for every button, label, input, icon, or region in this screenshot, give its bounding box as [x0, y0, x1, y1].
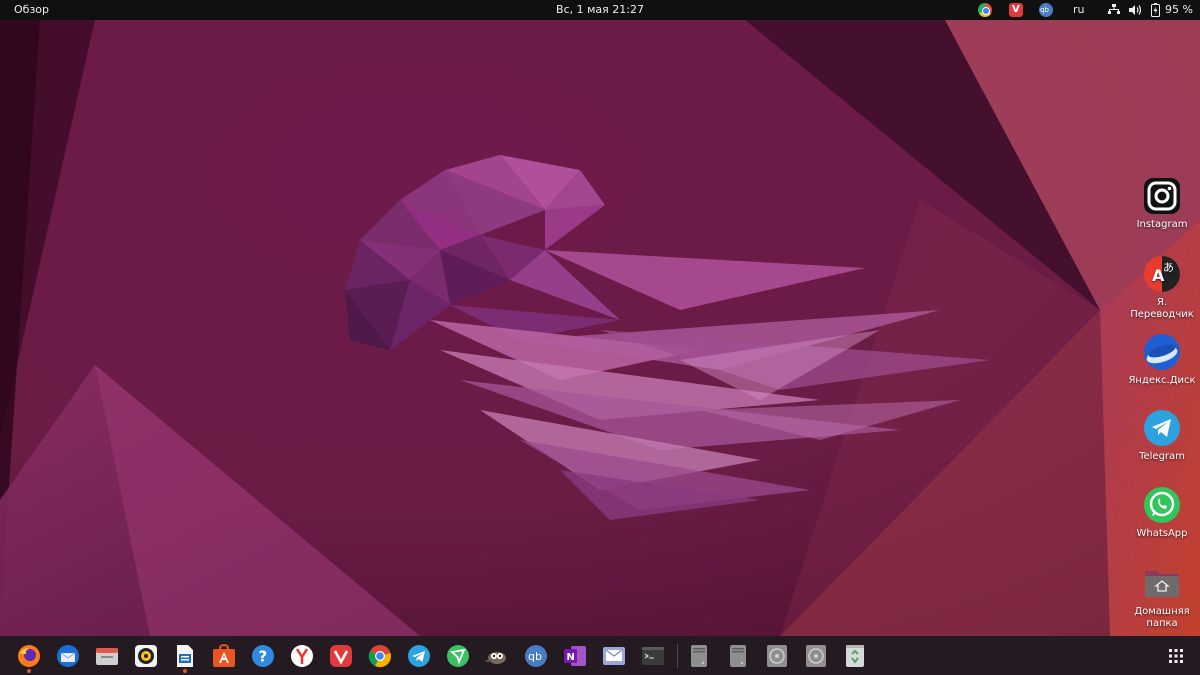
dock-item-yandex-browser[interactable]: [290, 644, 314, 668]
desktop-icon-label: Telegram: [1139, 451, 1185, 462]
battery-percentage[interactable]: 95 %: [1165, 3, 1193, 16]
desktop-icon-label: Instagram: [1136, 219, 1188, 230]
desktop-icon-label: Я. Переводчик: [1130, 297, 1194, 320]
desktop-icon-whatsapp[interactable]: WhatsApp: [1126, 486, 1198, 540]
vivaldi-icon: [330, 645, 352, 667]
language-indicator[interactable]: ru: [1073, 3, 1085, 16]
software-icon: [213, 644, 235, 667]
dock-item-thunderbird[interactable]: [56, 644, 80, 668]
dock-item-disc-1[interactable]: [765, 644, 789, 668]
app-grid-icon: [1169, 649, 1183, 663]
whatsapp-icon: [1144, 487, 1180, 523]
desktop-icon-label: Домашняя папка: [1134, 606, 1190, 629]
firefox-icon: [18, 645, 40, 667]
telegram-icon: [408, 645, 430, 667]
clock[interactable]: Вс, 1 мая 21:27: [556, 3, 644, 16]
battery-icon[interactable]: [1151, 3, 1160, 17]
desktop-icon-label: WhatsApp: [1136, 528, 1188, 539]
dock-item-disc-2[interactable]: [804, 644, 828, 668]
disc-icon: [767, 645, 787, 667]
desktop-icon-label: Яндекс.Диск: [1128, 375, 1196, 386]
chrome-icon: [368, 645, 391, 668]
network-icon[interactable]: [1108, 4, 1120, 15]
drive-icon: [691, 645, 707, 667]
dock-item-drive-1[interactable]: [687, 644, 711, 668]
running-indicator: [27, 669, 31, 673]
running-indicator: [183, 669, 187, 673]
drive-icon: [730, 645, 746, 667]
dock-item-vivaldi[interactable]: [329, 644, 353, 668]
svg-text:N: N: [567, 652, 575, 663]
dock-item-telegram[interactable]: [407, 644, 431, 668]
dock-item-firefox[interactable]: [17, 644, 41, 668]
trash-icon: [846, 645, 864, 667]
dock-item-terminal[interactable]: [641, 644, 665, 668]
qbittorrent-icon: qb: [525, 645, 547, 667]
dock-item-rhythmbox[interactable]: [134, 644, 158, 668]
mail-icon: [603, 647, 625, 665]
terminal-icon: [642, 647, 664, 665]
help-icon: ?: [252, 645, 274, 667]
rhythmbox-icon: [135, 645, 157, 667]
desktop-icon-yandex-disk[interactable]: Яндекс.Диск: [1126, 333, 1198, 387]
home-folder-icon: [1145, 571, 1179, 597]
onenote-icon: N: [564, 646, 586, 666]
volume-icon[interactable]: [1129, 4, 1142, 16]
yandex-browser-icon: [291, 645, 313, 667]
activities-button[interactable]: Обзор: [14, 3, 49, 16]
qbittorrent-icon[interactable]: [1039, 3, 1053, 17]
instagram-icon: [1144, 178, 1180, 214]
dock-item-help[interactable]: ?: [251, 644, 275, 668]
desktop-icon-yandex-translate[interactable]: A あ Я. Переводчик: [1126, 255, 1198, 321]
thunderbird-icon: [57, 645, 79, 667]
desktop-wallpaper: [0, 20, 1200, 636]
vivaldi-icon[interactable]: [1009, 3, 1023, 17]
vpn-icon: [447, 645, 469, 667]
dock-item-software[interactable]: [212, 644, 236, 668]
desktop-icon-instagram[interactable]: Instagram: [1126, 177, 1198, 231]
dock-item-vpn[interactable]: [446, 644, 470, 668]
dock-item-writer[interactable]: [173, 644, 197, 668]
svg-text:qb: qb: [528, 650, 542, 663]
dock-item-drive-2[interactable]: [726, 644, 750, 668]
dock-separator: [677, 644, 678, 668]
dock-item-mail[interactable]: [602, 644, 626, 668]
dock-item-qbittorrent[interactable]: qb: [524, 644, 548, 668]
disc-icon: [806, 645, 826, 667]
chrome-icon[interactable]: [978, 3, 992, 17]
dock-item-onenote[interactable]: N: [563, 644, 587, 668]
desktop-icon-home-folder[interactable]: Домашняя папка: [1126, 564, 1198, 630]
svg-text:あ: あ: [1163, 261, 1174, 274]
telegram-icon: [1144, 410, 1180, 446]
show-apps-button[interactable]: [1164, 644, 1188, 668]
yandex-disk-icon: [1144, 334, 1180, 370]
dock-item-chrome[interactable]: [368, 644, 392, 668]
top-bar: Обзор Вс, 1 мая 21:27 ru 95 %: [0, 0, 1200, 20]
dock: ? qb N: [0, 636, 1200, 675]
svg-text:?: ?: [259, 648, 268, 666]
desktop-icon-telegram[interactable]: Telegram: [1126, 409, 1198, 463]
dock-item-gimp[interactable]: [485, 644, 509, 668]
files-icon: [96, 648, 118, 665]
gimp-icon: [486, 652, 506, 664]
dock-item-files[interactable]: [95, 644, 119, 668]
translate-icon: A あ: [1144, 256, 1180, 292]
dock-item-trash[interactable]: [843, 644, 867, 668]
writer-icon: [177, 645, 193, 667]
